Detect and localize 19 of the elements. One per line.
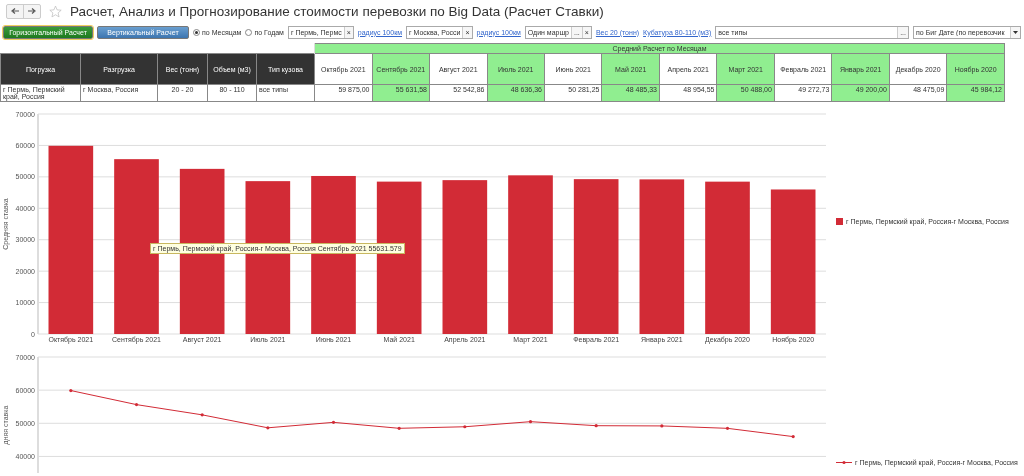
data-point xyxy=(528,420,533,424)
data-point xyxy=(725,426,730,430)
star-icon[interactable] xyxy=(49,4,62,18)
radio-button[interactable] xyxy=(245,28,253,36)
data-point xyxy=(200,413,204,417)
data-point xyxy=(397,426,401,430)
data-point xyxy=(463,425,467,429)
caret-icon[interactable] xyxy=(1013,30,1018,34)
window-title: Расчет, Анализ и Прогнозирование стоимости перевозки по Big Data (Расчет Ставки) xyxy=(70,3,604,19)
data-point xyxy=(791,435,795,439)
data-point xyxy=(331,420,336,424)
data-point xyxy=(134,403,139,407)
data-point xyxy=(594,424,598,428)
data-point xyxy=(266,426,270,430)
back-arrow-icon[interactable] xyxy=(11,8,19,14)
data-point xyxy=(660,424,664,428)
radio-button[interactable] xyxy=(193,28,200,36)
forward-arrow-icon[interactable] xyxy=(28,8,36,14)
data-point xyxy=(69,388,73,393)
